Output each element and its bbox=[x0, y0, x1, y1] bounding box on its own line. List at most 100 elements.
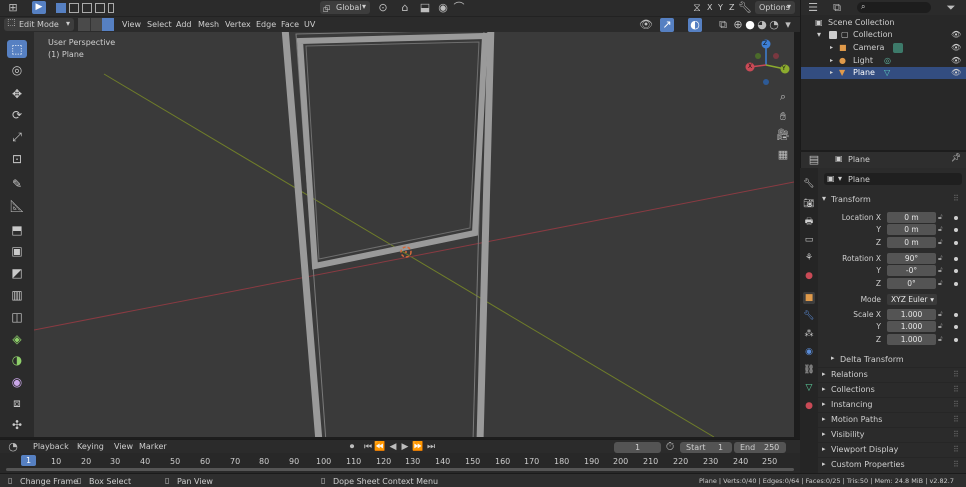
eye-icon[interactable]: 👁︎ bbox=[951, 42, 961, 54]
select-tool-button[interactable]: ▶ bbox=[32, 1, 46, 14]
3d-viewport[interactable]: User Perspective (1) Plane Z Y X ⌕ ✋︎ 🎥︎… bbox=[34, 32, 794, 437]
edge-select-icon[interactable] bbox=[90, 18, 102, 31]
object-name-field[interactable]: ▣ ▾ Plane bbox=[824, 173, 962, 185]
keyframe-dot[interactable] bbox=[954, 269, 958, 273]
next-keyframe-icon[interactable]: ⏩ bbox=[412, 440, 424, 454]
solid-shading-icon[interactable]: ● bbox=[744, 18, 756, 32]
drag-handle-icon[interactable]: ⠿ bbox=[953, 194, 959, 203]
eye-icon[interactable]: 👁︎ bbox=[951, 67, 961, 79]
lock-icon[interactable]: 🔓︎ bbox=[938, 335, 943, 344]
shrink-fatten-tool[interactable]: ✣ bbox=[7, 416, 27, 434]
panel-collections[interactable]: ▸ Collections ⠿ bbox=[818, 382, 966, 395]
outliner-row-light[interactable]: ▸ ● Light ◎ 👁︎ bbox=[801, 55, 966, 67]
orientation-dropdown[interactable]: ⮺ Global ▾ bbox=[320, 1, 370, 15]
constraints-tab-icon[interactable]: ⛓︎ bbox=[803, 364, 815, 376]
keyframe-dot[interactable] bbox=[954, 216, 958, 220]
record-icon[interactable]: ⏺ bbox=[346, 440, 358, 454]
rotation-mode-dropdown[interactable]: XYZ Euler ▾ bbox=[887, 294, 937, 305]
transform-panel-title[interactable]: Transform bbox=[831, 195, 871, 204]
select-mode-icons[interactable] bbox=[54, 2, 114, 14]
location-x-field[interactable]: 0 m bbox=[887, 212, 936, 223]
pin-icon[interactable]: 📌︎ bbox=[951, 153, 961, 162]
rotate-tool[interactable]: ⟳ bbox=[7, 106, 27, 124]
xray-icon[interactable]: ⧉ bbox=[716, 18, 730, 32]
eye-icon[interactable]: 👁︎ bbox=[951, 29, 961, 41]
outliner-editor-icon[interactable]: ☰ bbox=[805, 1, 821, 15]
measure-tool[interactable]: 📐︎ bbox=[7, 197, 27, 215]
falloff-icon[interactable]: ⌒ bbox=[450, 1, 468, 15]
rendered-shading-icon[interactable]: ◔ bbox=[768, 18, 780, 32]
camera-view-icon[interactable]: 🎥︎ bbox=[776, 128, 790, 142]
options-dropdown[interactable]: Options ▾ bbox=[755, 1, 795, 14]
eye-icon[interactable]: 👁︎ bbox=[951, 55, 961, 67]
start-frame-field[interactable]: Start 1 bbox=[680, 442, 732, 453]
timeline-ruler[interactable]: 1 10 20 30 40 50 60 70 80 90 100 110 120… bbox=[0, 453, 800, 473]
menu-select[interactable]: Select bbox=[147, 20, 172, 29]
axis-y-toggle[interactable]: Y bbox=[718, 3, 723, 12]
current-frame-field[interactable]: 1 bbox=[614, 442, 661, 453]
scene-tab-icon[interactable]: ⚘ bbox=[803, 252, 815, 264]
modifier-tab-icon[interactable]: 🔧︎ bbox=[803, 310, 815, 322]
keyframe-dot[interactable] bbox=[954, 241, 958, 245]
tool-tab-icon[interactable]: 🔧︎ bbox=[803, 178, 815, 190]
gizmo-toggle-icon[interactable]: ↗ bbox=[660, 18, 674, 32]
timeline-editor-icon[interactable]: ◔ bbox=[4, 440, 22, 454]
panel-relations[interactable]: ▸ Relations ⠿ bbox=[818, 367, 966, 380]
outliner-row-scene-collection[interactable]: ▣ Scene Collection bbox=[801, 17, 966, 29]
menu-add[interactable]: Add bbox=[176, 20, 192, 29]
poly-build-tool[interactable]: ◈ bbox=[7, 330, 27, 348]
keyframe-dot[interactable] bbox=[954, 313, 958, 317]
spin-tool[interactable]: ◑ bbox=[7, 351, 27, 369]
keyframe-dot[interactable] bbox=[954, 282, 958, 286]
cursor-tool[interactable]: ◎ bbox=[7, 61, 27, 79]
stopwatch-icon[interactable]: ⏱︎ bbox=[664, 440, 676, 454]
intersect-selection-icon[interactable] bbox=[108, 3, 114, 13]
filter-icon[interactable]: ⏷ bbox=[943, 1, 959, 15]
mesh-data-icon[interactable]: ▽ bbox=[884, 67, 890, 79]
edge-slide-tool[interactable]: ⧈ bbox=[7, 394, 27, 412]
material-tab-icon[interactable]: ● bbox=[803, 400, 815, 412]
delta-transform-subpanel[interactable]: Delta Transform bbox=[840, 355, 904, 364]
lock-icon[interactable]: 🔓︎ bbox=[938, 310, 943, 319]
panel-custom-properties[interactable]: ▸ Custom Properties ⠿ bbox=[818, 457, 966, 470]
snap-icon[interactable]: ⌂ bbox=[396, 1, 414, 15]
extrude-tool[interactable]: ⬒ bbox=[7, 221, 27, 239]
rotation-y-field[interactable]: -0° bbox=[887, 265, 936, 276]
render-tab-icon[interactable]: 📷︎ bbox=[803, 198, 815, 210]
menu-mesh[interactable]: Mesh bbox=[198, 20, 219, 29]
extend-selection-icon[interactable] bbox=[69, 3, 79, 13]
output-tab-icon[interactable]: 🖶︎ bbox=[803, 216, 815, 228]
scale-x-field[interactable]: 1.000 bbox=[887, 309, 936, 320]
mirror-icon[interactable]: ⧖ bbox=[690, 1, 704, 15]
data-tab-icon[interactable]: ▽ bbox=[803, 382, 815, 394]
physics-tab-icon[interactable]: ◉ bbox=[803, 346, 815, 358]
menu-edge[interactable]: Edge bbox=[256, 20, 276, 29]
play-reverse-icon[interactable]: ◀ bbox=[387, 440, 399, 454]
object-tab-icon[interactable]: ■ bbox=[803, 292, 815, 304]
smooth-tool[interactable]: ◉ bbox=[7, 373, 27, 391]
expand-arrow-icon[interactable]: ▸ bbox=[830, 67, 833, 79]
lock-icon[interactable]: 🔓︎ bbox=[938, 225, 943, 234]
ortho-grid-icon[interactable]: ▦ bbox=[776, 148, 790, 162]
menu-face[interactable]: Face bbox=[281, 20, 299, 29]
keyframe-dot[interactable] bbox=[954, 257, 958, 261]
scale-z-field[interactable]: 1.000 bbox=[887, 334, 936, 345]
face-select-icon[interactable] bbox=[102, 18, 114, 31]
annotate-tool[interactable]: ✎ bbox=[7, 175, 27, 193]
world-tab-icon[interactable]: ● bbox=[803, 270, 815, 282]
material-shading-icon[interactable]: ◕ bbox=[756, 18, 768, 32]
wrench-icon[interactable]: 🔧︎ bbox=[738, 1, 752, 15]
knife-tool[interactable]: ◫ bbox=[7, 308, 27, 326]
mode-dropdown[interactable]: ⬚ Edit Mode ▾ bbox=[4, 18, 74, 31]
keyframe-dot[interactable] bbox=[954, 228, 958, 232]
subtract-selection-icon[interactable] bbox=[82, 3, 92, 13]
panel-viewport-display[interactable]: ▸ Viewport Display ⠿ bbox=[818, 442, 966, 455]
menu-marker[interactable]: Marker bbox=[139, 442, 167, 451]
prev-keyframe-icon[interactable]: ⏪ bbox=[374, 440, 386, 454]
overlays-icon[interactable]: ◐ bbox=[688, 18, 702, 32]
zoom-icon[interactable]: ⌕ bbox=[776, 90, 790, 104]
editor-type-icon[interactable]: ⊞ bbox=[4, 1, 22, 15]
expand-arrow-icon[interactable]: ▸ bbox=[830, 42, 833, 54]
shading-options-icon[interactable]: ▾ bbox=[782, 18, 794, 32]
panel-motion-paths[interactable]: ▸ Motion Paths ⠿ bbox=[818, 412, 966, 425]
